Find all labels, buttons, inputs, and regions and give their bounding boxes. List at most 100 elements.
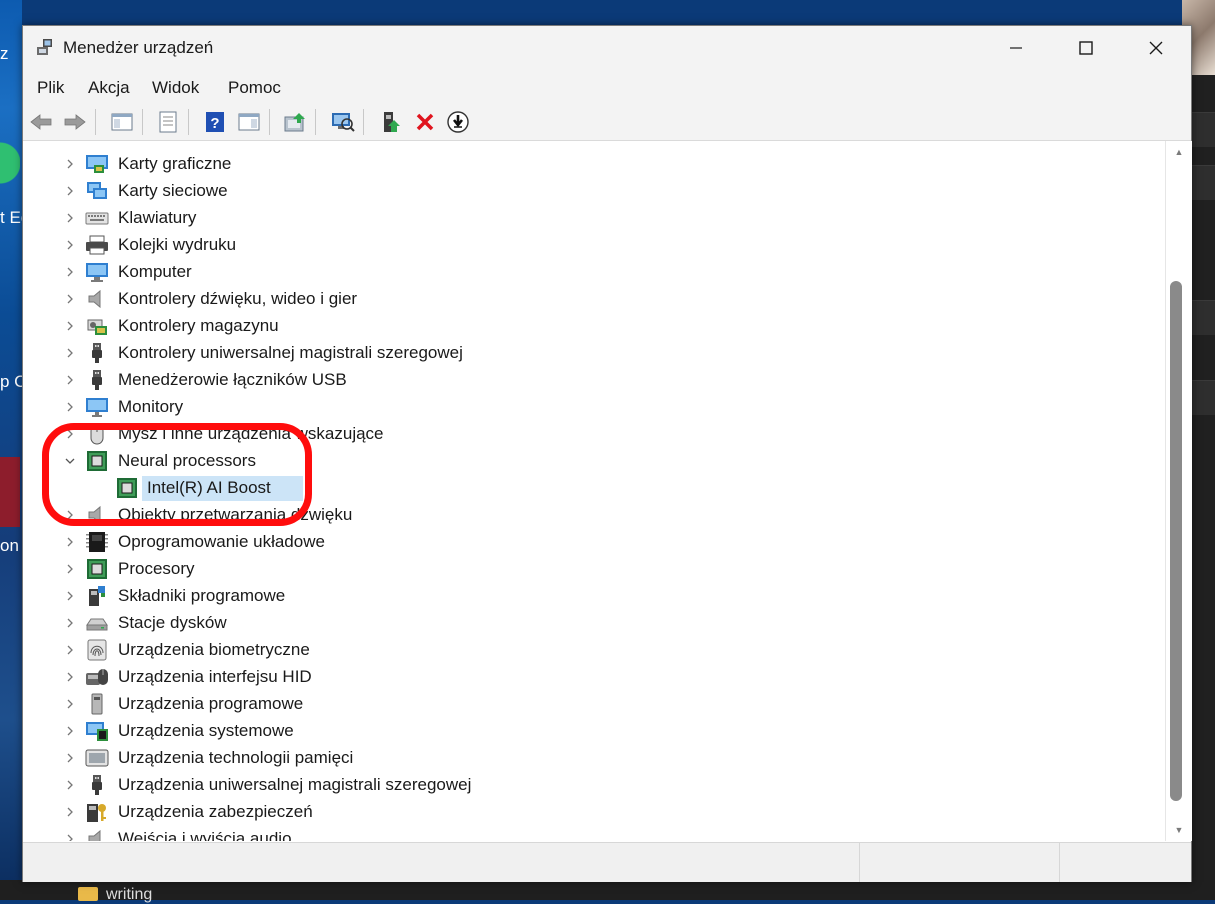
tree-category-item[interactable]: Monitory: [23, 394, 1165, 421]
tree-category-item[interactable]: Klawiatury: [23, 205, 1165, 232]
tree-category-item[interactable]: Karty graficzne: [23, 151, 1165, 178]
forward-arrow-icon: [64, 114, 86, 130]
chevron-right-icon[interactable]: [63, 533, 77, 551]
chevron-right-icon[interactable]: [63, 749, 77, 767]
help-button[interactable]: ?: [201, 108, 229, 136]
speaker-icon: [85, 288, 109, 310]
chevron-right-icon[interactable]: [63, 263, 77, 281]
chevron-down-icon[interactable]: [63, 452, 77, 470]
enable-device-icon: [384, 112, 400, 132]
uninstall-device-button[interactable]: [411, 108, 439, 136]
tree-item-label: Wejścia i wyjścia audio: [118, 829, 292, 841]
chevron-right-icon[interactable]: [63, 803, 77, 821]
maximize-button[interactable]: [1051, 26, 1121, 70]
tree-category-item[interactable]: Urządzenia systemowe: [23, 718, 1165, 745]
chevron-right-icon[interactable]: [63, 398, 77, 416]
menu-akcja[interactable]: Akcja: [88, 78, 130, 98]
back-button[interactable]: [27, 108, 55, 136]
firmware-icon: [85, 531, 109, 553]
tree-category-item[interactable]: Składniki programowe: [23, 583, 1165, 610]
network-adapter-icon: [85, 180, 109, 202]
chevron-right-icon[interactable]: [63, 290, 77, 308]
tree-category-item[interactable]: Urządzenia uniwersalnej magistrali szere…: [23, 772, 1165, 799]
tree-category-item[interactable]: Kolejki wydruku: [23, 232, 1165, 259]
chevron-right-icon[interactable]: [63, 695, 77, 713]
chevron-right-icon[interactable]: [63, 209, 77, 227]
show-hide-console-tree-icon: [111, 113, 133, 131]
menu-widok[interactable]: Widok: [152, 78, 199, 98]
tree-category-item[interactable]: Oprogramowanie układowe: [23, 529, 1165, 556]
chevron-right-icon[interactable]: [63, 641, 77, 659]
hid-icon: [85, 666, 109, 688]
desktop-app-icon[interactable]: [0, 457, 20, 527]
chevron-right-icon[interactable]: [63, 155, 77, 173]
chevron-right-icon[interactable]: [63, 722, 77, 740]
tree-category-item[interactable]: Menedżerowie łączników USB: [23, 367, 1165, 394]
tree-category-item[interactable]: Kontrolery magazynu: [23, 313, 1165, 340]
tree-item-label: Mysz i inne urządzenia wskazujące: [118, 424, 384, 443]
tree-category-item[interactable]: Stacje dysków: [23, 610, 1165, 637]
minimize-button[interactable]: [981, 26, 1051, 70]
tree-category-item[interactable]: Neural processors: [23, 448, 1165, 475]
tree-child-item[interactable]: Intel(R) AI Boost: [23, 475, 1165, 502]
update-driver-button[interactable]: [281, 108, 309, 136]
tree-category-item[interactable]: Kontrolery dźwięku, wideo i gier: [23, 286, 1165, 313]
device-tree: Karty graficzne Karty sieciowe Klawiatury K…: [23, 141, 1165, 841]
tree-item-label: Monitory: [118, 397, 184, 416]
chip-icon: [115, 477, 139, 499]
scroll-down-arrow-icon[interactable]: ▼: [1173, 825, 1185, 837]
tree-category-item[interactable]: Urządzenia interfejsu HID: [23, 664, 1165, 691]
chevron-right-icon[interactable]: [63, 317, 77, 335]
svg-text:?: ?: [210, 115, 219, 132]
desktop-app-icon[interactable]: [0, 133, 20, 193]
tree-category-item[interactable]: Urządzenia technologii pamięci: [23, 745, 1165, 772]
menu-pomoc[interactable]: Pomoc: [228, 78, 281, 98]
printer-icon: [85, 234, 109, 256]
tree-category-item[interactable]: Urządzenia zabezpieczeń: [23, 799, 1165, 826]
chevron-right-icon[interactable]: [63, 236, 77, 254]
vertical-scrollbar[interactable]: ▲ ▼: [1165, 141, 1192, 841]
status-cell: [1059, 843, 1192, 882]
chevron-right-icon[interactable]: [63, 560, 77, 578]
tree-category-item[interactable]: Karty sieciowe: [23, 178, 1165, 205]
chevron-right-icon[interactable]: [63, 830, 77, 841]
desktop-label: z: [0, 44, 9, 63]
enable-device-button[interactable]: [377, 108, 405, 136]
chevron-right-icon[interactable]: [63, 182, 77, 200]
tree-category-item[interactable]: Urządzenia biometryczne: [23, 637, 1165, 664]
scroll-up-arrow-icon[interactable]: ▲: [1173, 147, 1185, 159]
tree-category-item[interactable]: Komputer: [23, 259, 1165, 286]
tree-item-label: Kolejki wydruku: [118, 235, 237, 254]
forward-button[interactable]: [61, 108, 89, 136]
chevron-right-icon[interactable]: [63, 371, 77, 389]
tree-category-item[interactable]: Kontrolery uniwersalnej magistrali szere…: [23, 340, 1165, 367]
tree-item-label: Składniki programowe: [118, 586, 286, 605]
chevron-right-icon[interactable]: [63, 587, 77, 605]
chevron-right-icon[interactable]: [63, 506, 77, 524]
chevron-right-icon[interactable]: [63, 344, 77, 362]
usb-icon: [85, 774, 109, 796]
mouse-icon: [85, 423, 109, 445]
scrollbar-thumb[interactable]: [1170, 281, 1182, 801]
software-component-icon: [85, 585, 109, 607]
chevron-right-icon[interactable]: [63, 425, 77, 443]
tree-category-item[interactable]: Mysz i inne urządzenia wskazujące: [23, 421, 1165, 448]
tree-category-item[interactable]: Wejścia i wyjścia audio: [23, 826, 1165, 841]
show-action-pane-button[interactable]: [235, 108, 263, 136]
tree-category-item[interactable]: Procesory: [23, 556, 1165, 583]
minimize-icon: [1010, 47, 1022, 49]
chevron-right-icon[interactable]: [63, 668, 77, 686]
toolbar-separator: [142, 109, 143, 135]
tree-category-item[interactable]: Urządzenia programowe: [23, 691, 1165, 718]
chevron-right-icon[interactable]: [63, 776, 77, 794]
menu-plik[interactable]: Plik: [37, 78, 64, 98]
scan-hardware-button[interactable]: [329, 108, 357, 136]
chevron-right-icon[interactable]: [63, 614, 77, 632]
properties-button[interactable]: [154, 108, 182, 136]
folder-item[interactable]: writing: [78, 886, 152, 904]
download-driver-button[interactable]: [444, 108, 472, 136]
show-hide-console-tree-button[interactable]: [108, 108, 136, 136]
close-button[interactable]: [1121, 26, 1191, 70]
title-bar[interactable]: Menedżer urządzeń: [23, 26, 1191, 70]
tree-category-item[interactable]: Obiekty przetwarzania dźwięku: [23, 502, 1165, 529]
